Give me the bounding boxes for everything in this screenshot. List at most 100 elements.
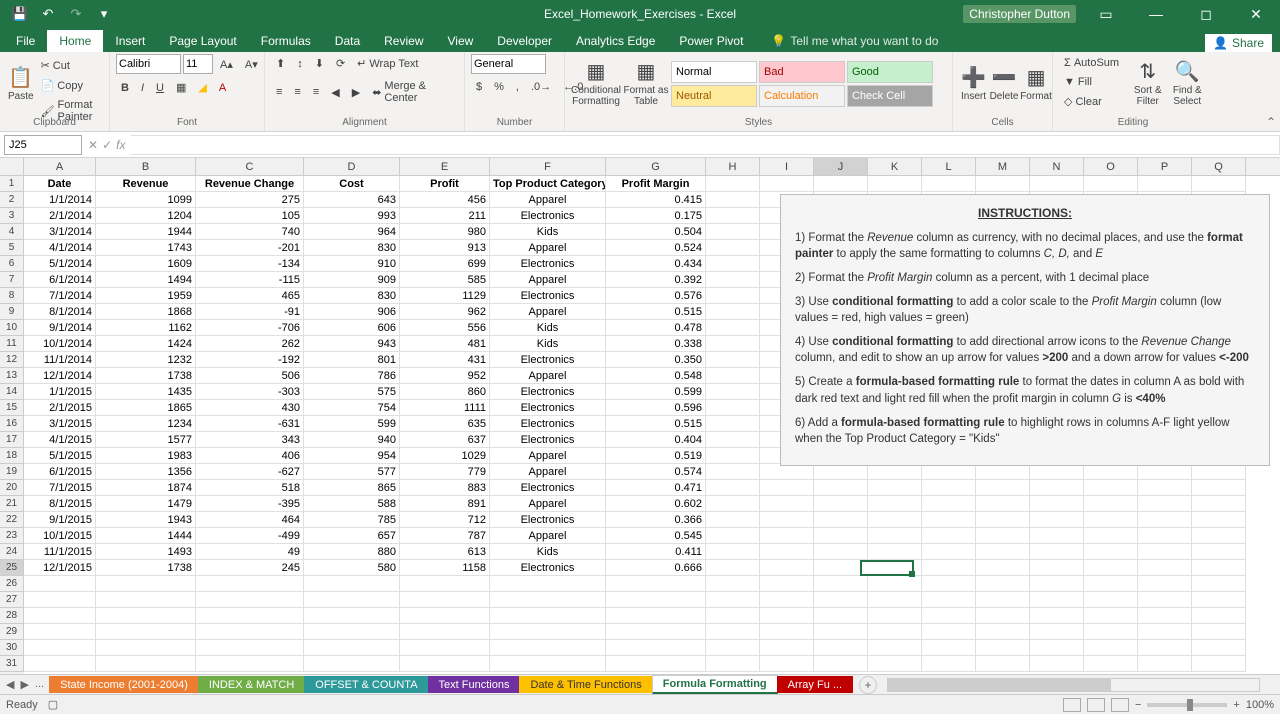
header-cell[interactable]: Cost <box>304 176 400 192</box>
style-normal[interactable]: Normal <box>671 61 757 83</box>
row-header-15[interactable]: 15 <box>0 400 24 416</box>
zoom-in-icon[interactable]: + <box>1233 699 1239 711</box>
enter-formula-icon[interactable]: ✓ <box>102 138 112 152</box>
col-header-Q[interactable]: Q <box>1192 158 1246 175</box>
style-check-cell[interactable]: Check Cell <box>847 85 933 107</box>
grow-font-icon[interactable]: A▴ <box>215 55 238 74</box>
paste-button[interactable]: 📋Paste <box>6 54 36 114</box>
tab-developer[interactable]: Developer <box>485 30 564 52</box>
row-header-2[interactable]: 2 <box>0 192 24 208</box>
shrink-font-icon[interactable]: A▾ <box>240 55 263 74</box>
style-bad[interactable]: Bad <box>759 61 845 83</box>
collapse-ribbon-icon[interactable]: ⌃ <box>1266 115 1276 129</box>
table-row[interactable]: 7/1/20151874518865883Electronics0.471 <box>24 480 1280 496</box>
table-row[interactable]: 6/1/20151356-627577779Apparel0.574 <box>24 464 1280 480</box>
col-header-E[interactable]: E <box>400 158 490 175</box>
header-cell[interactable]: Profit <box>400 176 490 192</box>
sheet-tab-formula-formatting[interactable]: Formula Formatting <box>652 675 778 694</box>
col-header-K[interactable]: K <box>868 158 922 175</box>
fx-icon[interactable]: fx <box>116 138 125 152</box>
row-header-27[interactable]: 27 <box>0 592 24 608</box>
col-header-P[interactable]: P <box>1138 158 1192 175</box>
row-header-21[interactable]: 21 <box>0 496 24 512</box>
col-header-J[interactable]: J <box>814 158 868 175</box>
view-pagebreak-icon[interactable] <box>1111 698 1129 712</box>
table-row[interactable]: 10/1/20151444-499657787Apparel0.545 <box>24 528 1280 544</box>
copy-button[interactable]: 📄Copy <box>36 76 103 95</box>
tab-review[interactable]: Review <box>372 30 435 52</box>
indent-inc-icon[interactable]: ▶ <box>347 83 365 102</box>
col-header-D[interactable]: D <box>304 158 400 175</box>
conditional-formatting-button[interactable]: ▦Conditional Formatting <box>571 59 621 109</box>
row-header-24[interactable]: 24 <box>0 544 24 560</box>
orientation-icon[interactable]: ⟳ <box>331 54 350 73</box>
align-top-icon[interactable]: ⬆ <box>271 54 290 73</box>
sheet-tab-text-functions[interactable]: Text Functions <box>428 676 521 693</box>
delete-cells-button[interactable]: ➖Delete <box>988 54 1020 114</box>
bold-button[interactable]: B <box>116 79 134 97</box>
col-header-L[interactable]: L <box>922 158 976 175</box>
row-header-12[interactable]: 12 <box>0 352 24 368</box>
row-header-16[interactable]: 16 <box>0 416 24 432</box>
indent-dec-icon[interactable]: ◀ <box>326 83 344 102</box>
header-cell[interactable]: Profit Margin <box>606 176 706 192</box>
sheet-ellipsis[interactable]: ... <box>33 678 46 691</box>
header-cell[interactable]: Top Product Category <box>490 176 606 192</box>
row-header-26[interactable]: 26 <box>0 576 24 592</box>
formula-input[interactable] <box>131 135 1280 155</box>
row-header-31[interactable]: 31 <box>0 656 24 672</box>
grid[interactable]: ABCDEFGHIJKLMNOPQ 1234567891011121314151… <box>0 158 1280 674</box>
tab-powerpivot[interactable]: Power Pivot <box>667 30 755 52</box>
sort-filter-button[interactable]: ⇅Sort & Filter <box>1128 54 1168 114</box>
style-calculation[interactable]: Calculation <box>759 85 845 107</box>
wrap-text-button[interactable]: ↵Wrap Text <box>352 54 423 73</box>
align-middle-icon[interactable]: ↕ <box>292 55 308 73</box>
row-header-19[interactable]: 19 <box>0 464 24 480</box>
qat-custom-icon[interactable]: ▾ <box>94 4 114 24</box>
underline-button[interactable]: U <box>151 79 169 97</box>
tab-file[interactable]: File <box>4 30 47 52</box>
align-bottom-icon[interactable]: ⬇ <box>310 54 329 73</box>
row-header-4[interactable]: 4 <box>0 224 24 240</box>
sheet-nav-prev-icon[interactable]: ▶ <box>18 678 30 691</box>
col-header-N[interactable]: N <box>1030 158 1084 175</box>
row-header-1[interactable]: 1 <box>0 176 24 192</box>
name-box[interactable] <box>4 135 82 155</box>
find-select-button[interactable]: 🔍Find & Select <box>1168 54 1208 114</box>
format-cells-button[interactable]: ▦Format <box>1020 54 1052 114</box>
maximize-icon[interactable]: ◻ <box>1186 0 1226 28</box>
header-cell[interactable]: Revenue Change <box>196 176 304 192</box>
tell-me[interactable]: 💡Tell me what you want to do <box>763 30 946 52</box>
col-header-O[interactable]: O <box>1084 158 1138 175</box>
undo-icon[interactable]: ↶ <box>38 4 58 24</box>
minimize-icon[interactable]: — <box>1136 0 1176 28</box>
sheet-tab-index-match[interactable]: INDEX & MATCH <box>198 676 305 693</box>
select-all-corner[interactable] <box>0 158 24 175</box>
row-header-18[interactable]: 18 <box>0 448 24 464</box>
table-row[interactable]: 11/1/2015149349880613Kids0.411 <box>24 544 1280 560</box>
tab-insert[interactable]: Insert <box>103 30 157 52</box>
header-cell[interactable]: Date <box>24 176 96 192</box>
align-center-icon[interactable]: ≡ <box>289 83 305 101</box>
view-normal-icon[interactable] <box>1063 698 1081 712</box>
row-header-22[interactable]: 22 <box>0 512 24 528</box>
tab-home[interactable]: Home <box>47 30 103 52</box>
row-header-3[interactable]: 3 <box>0 208 24 224</box>
row-header-7[interactable]: 7 <box>0 272 24 288</box>
redo-icon[interactable]: ↷ <box>66 4 86 24</box>
ribbon-options-icon[interactable]: ▭ <box>1086 0 1126 28</box>
row-header-13[interactable]: 13 <box>0 368 24 384</box>
row-header-6[interactable]: 6 <box>0 256 24 272</box>
comma-icon[interactable]: , <box>511 78 524 96</box>
tab-view[interactable]: View <box>436 30 486 52</box>
format-as-table-button[interactable]: ▦Format as Table <box>621 59 671 109</box>
align-left-icon[interactable]: ≡ <box>271 83 287 101</box>
table-row[interactable]: 8/1/20151479-395588891Apparel0.602 <box>24 496 1280 512</box>
header-cell[interactable]: Revenue <box>96 176 196 192</box>
autosum-button[interactable]: ΣAutoSum <box>1059 54 1128 72</box>
row-header-5[interactable]: 5 <box>0 240 24 256</box>
macro-record-icon[interactable]: ▢ <box>48 698 58 711</box>
fill-button[interactable]: ▼Fill <box>1059 73 1128 91</box>
col-header-H[interactable]: H <box>706 158 760 175</box>
save-icon[interactable]: 💾 <box>10 4 30 24</box>
